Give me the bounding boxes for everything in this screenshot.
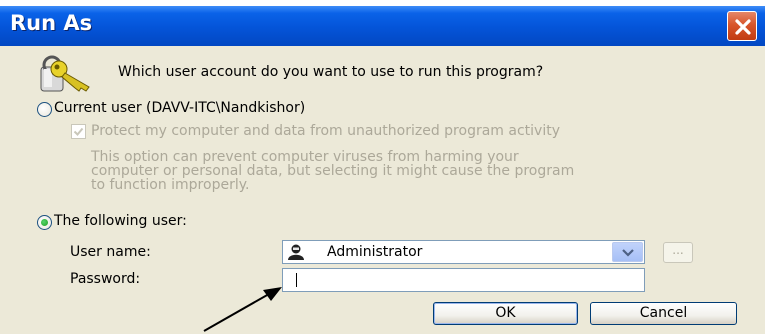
- annotation-arrow: [203, 287, 282, 332]
